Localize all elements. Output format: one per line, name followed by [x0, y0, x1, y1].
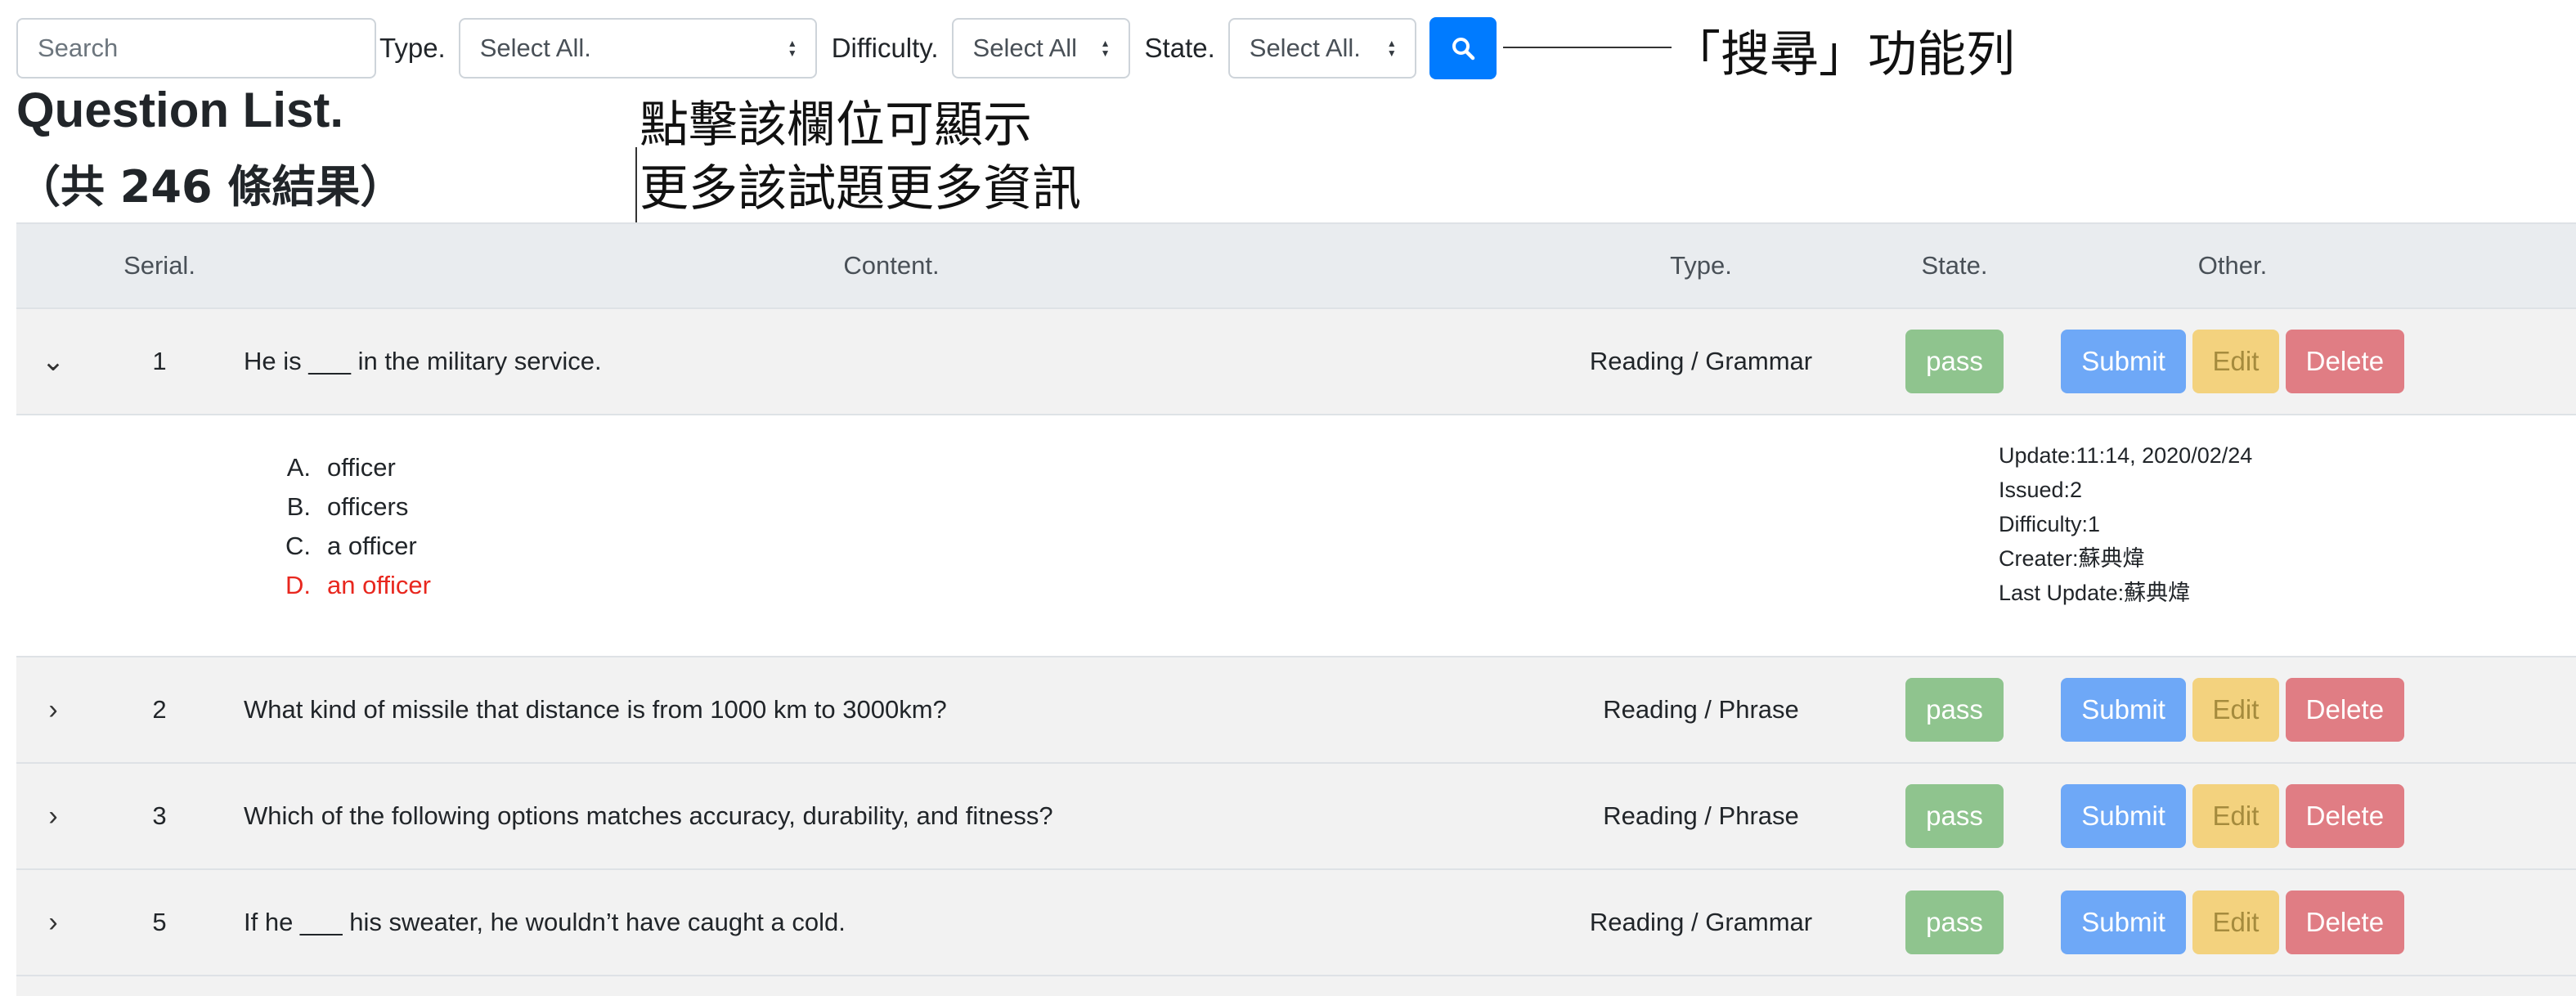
delete-button[interactable]: Delete	[2285, 678, 2404, 742]
state-pass-badge[interactable]: pass	[1905, 784, 2004, 848]
state-pass-badge[interactable]: pass	[1905, 891, 2004, 954]
search-icon	[1452, 38, 1475, 61]
answer-option: A. officer	[286, 453, 396, 482]
annotation-search-bar: 「搜尋」功能列	[1672, 26, 2015, 83]
difficulty-filter-label: Difficulty.	[831, 33, 939, 63]
answer-options: A. officer B. officers C. a officer D. an of…	[270, 448, 431, 605]
table-row[interactable]: ⌄ 1 He is ___ in the military service. R…	[16, 309, 2576, 415]
select-arrows-icon: ▲ ▼	[787, 38, 797, 59]
edit-button[interactable]: Edit	[2192, 678, 2279, 742]
row-content[interactable]: He is ___ in the military service.	[229, 347, 1554, 376]
state-filter-select[interactable]: Select All. ▲ ▼	[1227, 18, 1416, 79]
answer-option: C. a officer	[285, 532, 417, 560]
meta-update: Update:11:14, 2020/02/24	[1999, 443, 2253, 468]
header-content: Content.	[843, 251, 940, 280]
meta-creater: Creater:蘇典煒	[1999, 546, 2145, 571]
answer-option: B. officers	[286, 492, 409, 521]
annotation-expand-line2: 更多該試題更多資訊	[640, 160, 1081, 218]
table-row[interactable]: › 2 What kind of missile that distance i…	[16, 657, 2576, 764]
chevron-right-icon[interactable]: ›	[48, 907, 57, 939]
header-serial: Serial.	[123, 251, 195, 280]
chevron-right-icon[interactable]: ›	[48, 801, 57, 832]
meta-last-update: Last Update:蘇典煒	[1999, 581, 2191, 605]
state-filter-value: Select All.	[1249, 34, 1361, 62]
type-filter-value: Select All.	[479, 34, 591, 62]
row-content[interactable]: Which of the following options matches a…	[229, 801, 1554, 831]
delete-button[interactable]: Delete	[2285, 330, 2404, 393]
header-other: Other.	[2197, 251, 2268, 280]
page-title: Question List.	[16, 83, 344, 137]
row-type: Reading / Phrase	[1603, 695, 1799, 724]
state-pass-badge[interactable]: pass	[1905, 678, 2004, 742]
row-serial: 3	[152, 801, 167, 830]
table-header: Serial. Content. Type. State. Other.	[16, 224, 2576, 309]
row-content[interactable]: What kind of missile that distance is fr…	[229, 695, 1554, 725]
row-type: Reading / Phrase	[1603, 801, 1799, 830]
chevron-down-icon[interactable]: ⌄	[42, 345, 65, 378]
state-pass-badge[interactable]: pass	[1905, 330, 2004, 393]
delete-button[interactable]: Delete	[2285, 891, 2404, 954]
select-arrows-icon: ▲ ▼	[1386, 38, 1397, 59]
annotation-connector-line	[1503, 47, 1672, 48]
search-input[interactable]	[16, 18, 376, 79]
edit-button[interactable]: Edit	[2192, 784, 2279, 848]
table-row[interactable]: › 5 If he ___ his sweater, he wouldn’t h…	[16, 870, 2576, 976]
edit-button[interactable]: Edit	[2192, 891, 2279, 954]
submit-button[interactable]: Submit	[2061, 330, 2187, 393]
edit-button[interactable]: Edit	[2192, 330, 2279, 393]
delete-button[interactable]: Delete	[2285, 784, 2404, 848]
row-type: Reading / Grammar	[1589, 347, 1813, 375]
submit-button[interactable]: Submit	[2061, 891, 2187, 954]
difficulty-filter-select[interactable]: Select All ▲ ▼	[951, 18, 1130, 79]
submit-button[interactable]: Submit	[2061, 678, 2187, 742]
answer-option-correct: D. an officer	[285, 571, 431, 599]
row-serial: 1	[152, 347, 167, 375]
difficulty-filter-value: Select All	[972, 34, 1078, 62]
search-toolbar: Type. Select All. ▲▼ Difficulty. Select …	[16, 17, 1497, 79]
state-filter-label: State.	[1144, 33, 1215, 63]
annotation-expand-line1: 點擊該欄位可顯示	[640, 96, 1032, 154]
row-type: Reading / Grammar	[1589, 908, 1813, 936]
submit-button[interactable]: Submit	[2061, 784, 2187, 848]
type-filter-select[interactable]: Select All. ▲ ▼	[458, 18, 817, 79]
result-count: （共 246 條結果）	[16, 161, 405, 213]
table-row[interactable]: › 3 Which of the following options match…	[16, 764, 2576, 870]
table-row-partial	[16, 976, 2576, 996]
search-button[interactable]	[1429, 17, 1497, 79]
select-arrows-icon: ▲ ▼	[1100, 38, 1111, 59]
meta-issued: Issued:2	[1999, 478, 2083, 502]
row-content[interactable]: If he ___ his sweater, he wouldn’t have …	[229, 908, 1554, 937]
annotation-expand-hint: 點擊該欄位可顯示 更多該試題更多資訊	[640, 93, 1081, 221]
row-serial: 2	[152, 695, 167, 724]
row-serial: 5	[152, 908, 167, 936]
meta-difficulty: Difficulty:1	[1999, 512, 2101, 536]
row-detail-panel: A. officer B. officers C. a officer D. an of…	[16, 415, 2576, 657]
chevron-right-icon[interactable]: ›	[48, 694, 57, 726]
type-filter-label: Type.	[379, 33, 446, 63]
header-type: Type.	[1670, 251, 1732, 280]
question-meta: Update:11:14, 2020/02/24 Issued:2 Diffic…	[1999, 438, 2252, 610]
header-state: State.	[1921, 251, 1988, 280]
question-table: Serial. Content. Type. State. Other. ⌄ 1…	[16, 222, 2576, 996]
